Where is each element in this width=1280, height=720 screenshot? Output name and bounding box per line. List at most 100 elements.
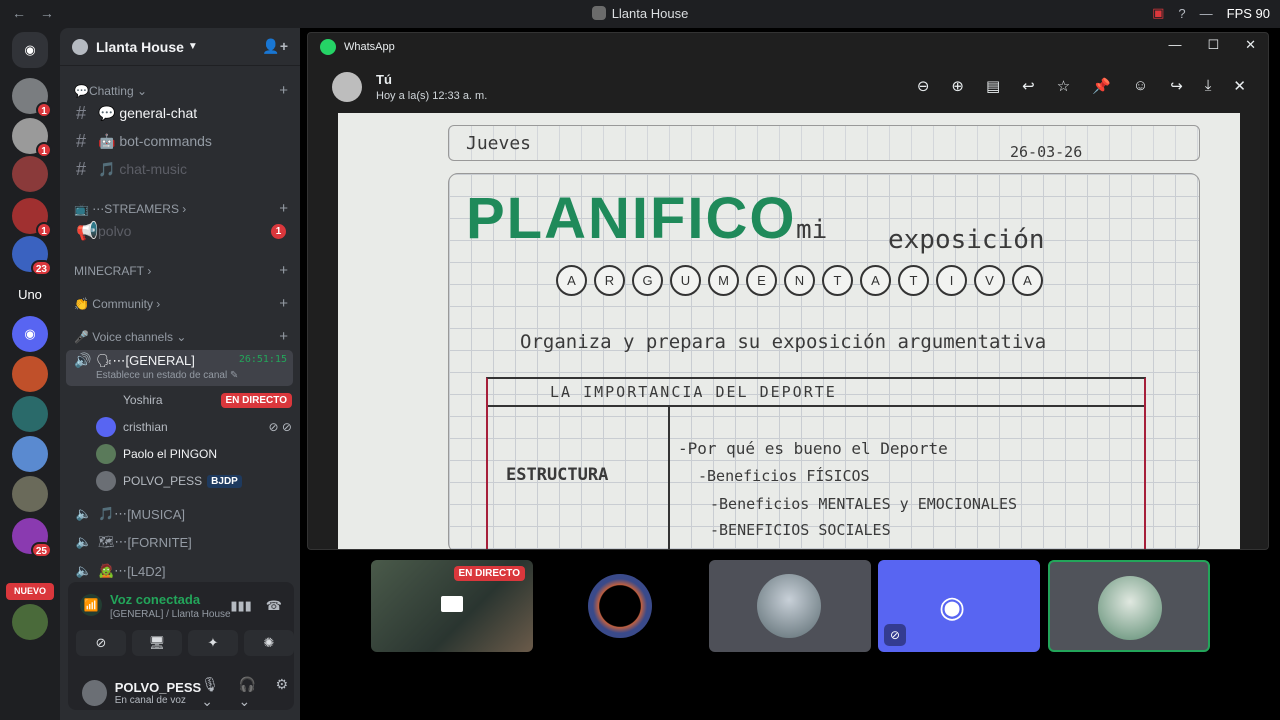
add-channel-icon[interactable]: + [279,82,288,99]
photo-mi: mi [796,215,828,245]
voice-timer: 26:51:15 [238,354,287,365]
window-title: Llanta House [0,6,1280,21]
disconnect-icon[interactable]: ☎ [266,598,282,614]
monitor-icon [441,596,463,612]
add-channel-icon[interactable]: + [279,295,288,312]
pin-icon[interactable]: 📌 [1092,77,1111,95]
discord-home-icon[interactable]: ◉ [12,32,48,68]
participant-tile-speaking[interactable] [1048,560,1210,652]
live-badge: EN DIRECTO [220,392,292,408]
microphone-icon[interactable]: 🎙⌄ [201,676,228,710]
avatar [588,574,652,638]
guild-header[interactable]: Llanta House ▼ 👤+ [60,28,300,66]
participant-tile[interactable] [709,560,871,652]
server-icon-1[interactable]: 1 [12,78,52,118]
server-icon-7[interactable] [12,396,48,432]
soundboard-button[interactable]: ✺ [244,630,294,656]
server-icon-9[interactable] [12,476,48,512]
add-channel-icon[interactable]: + [279,200,288,217]
add-channel-icon[interactable]: + [279,262,288,279]
voice-user[interactable]: Paolo el PINGON [96,443,292,465]
server-icon-2[interactable]: 1 [12,118,52,158]
avatar [96,471,116,491]
zoom-in-icon[interactable]: ⊕ [951,77,964,95]
screen-share-button[interactable]: 🖥 [132,630,182,656]
whatsapp-titlebar: WhatsApp — ☐ ✕ [308,33,1268,61]
headphones-icon[interactable]: 🎧⌄ [238,676,265,710]
go-to-message-icon[interactable]: ▤ [986,77,1000,95]
category-chatting[interactable]: 💬 Chatting ⌄ + [74,82,288,99]
maximize-icon[interactable]: ☐ [1207,37,1219,53]
avatar[interactable] [82,680,107,706]
zoom-out-icon[interactable]: ⊖ [917,77,930,95]
category-minecraft[interactable]: MINECRAFT › + [74,262,288,279]
star-icon[interactable]: ☆ [1057,77,1070,95]
gear-icon[interactable]: ⚙ [275,676,288,710]
close-icon[interactable]: ✕ [1233,77,1246,95]
participant-tile[interactable] [540,560,702,652]
minimize-button[interactable]: — [1200,6,1213,21]
bullet-2: -Beneficios FÍSICOS [698,467,870,485]
server-icon-6[interactable] [12,356,48,392]
voice-channel-fornite[interactable]: 🔈 🗺⋯ [FORNITE] [70,530,290,554]
server-icon-uno[interactable]: Uno [12,276,48,312]
channel-status[interactable]: Establece un estado de canal ✎ [96,370,238,381]
reply-icon[interactable]: ↩ [1022,77,1035,95]
minimize-icon[interactable]: — [1168,37,1181,53]
speaker-icon: 🔈 [75,534,93,549]
inbox-icon[interactable]: ▣ [1152,5,1164,21]
avatar [96,444,116,464]
avatar [96,417,116,437]
activities-button[interactable]: ✦ [188,630,238,656]
server-icon-8[interactable] [12,436,48,472]
table-row-label: ESTRUCTURA [506,465,609,485]
server-icon-5[interactable]: 23 [12,236,52,276]
voice-connected-subtitle[interactable]: [GENERAL] / Llanta House [110,609,231,620]
media-viewer-header: Tú Hoy a la(s) 12:33 a. m. ⊖ ⊕ ▤ ↩ ☆ 📌 ☺… [308,61,1268,113]
user-status: En canal de voz [114,695,186,706]
photo-instruction: Organiza y prepara su exposición argumen… [520,331,1047,353]
channel-bot-commands[interactable]: # 🤖 bot-commands [70,128,292,154]
avatar [1098,576,1162,640]
help-icon[interactable]: ? [1178,6,1185,21]
voice-user[interactable]: POLVO_PESS BJDP [96,470,292,492]
channel-polvo[interactable]: 📢 polvo 1 [70,218,292,244]
noise-suppression-icon[interactable]: ▮▮▮ [230,598,251,614]
camera-off-button[interactable]: ⊘ [76,630,126,656]
category-streamers[interactable]: 📺 ⋯ STREAMERS › + [74,200,288,217]
add-channel-icon[interactable]: + [279,328,288,345]
sender-avatar[interactable] [332,72,362,102]
category-community[interactable]: 👏 Community › + [74,295,288,312]
server-icon-3[interactable] [12,156,48,192]
voice-channel-musica[interactable]: 🔈 🎵⋯ [MUSICA] [70,502,290,526]
photo-day: Jueves [466,133,532,154]
guild-logo-icon [72,38,88,55]
download-icon[interactable]: ⤓ [1205,77,1212,95]
bullet-3: -Beneficios MENTALES y EMOCIONALES [710,495,1018,513]
invite-icon[interactable]: 👤+ [262,38,288,55]
voice-user[interactable]: cristhian ⊘ ⊘ [96,416,292,438]
close-icon[interactable]: ✕ [1245,37,1256,53]
voice-channel-general[interactable]: 🔊 🗣⋯[GENERAL] 26:51:15 Establece un esta… [66,350,293,386]
channel-chat-music[interactable]: # 🎵 chat-music [70,156,292,182]
emoji-icon[interactable]: ☺ [1133,77,1148,95]
server-icon-4[interactable]: 1 [12,198,52,238]
participant-tile[interactable]: ◉ ⊘ [878,560,1040,652]
hash-icon: # [76,102,87,123]
server-list: ◉ 1 1 1 23 Uno ◉ 25 NUEVO [0,28,60,720]
title-right: ▣ ? — FPS 90 [1152,5,1270,21]
channel-general-chat[interactable]: # 💬 general-chat [70,100,292,126]
server-icon [591,6,606,20]
server-icon-discord[interactable]: ◉ [12,316,48,352]
user-name: POLVO_PESS [114,680,202,695]
forward-icon[interactable]: ↪ [1170,77,1183,95]
category-voice[interactable]: 🎤 Voice channels ⌄ + [74,328,288,345]
server-icon-10[interactable]: 25 [12,518,52,558]
fps-counter: FPS 90 [1226,5,1270,21]
server-icon-11[interactable] [12,604,48,640]
voice-channel-l4d2[interactable]: 🔈 🧟⋯ [L4D2] [70,559,290,583]
voice-user[interactable]: Yoshira EN DIRECTO [96,389,292,411]
signal-icon[interactable]: 📶 [80,594,102,616]
stream-tile[interactable]: EN DIRECTO [371,560,533,652]
discord-logo-icon: ◉ [939,591,966,624]
